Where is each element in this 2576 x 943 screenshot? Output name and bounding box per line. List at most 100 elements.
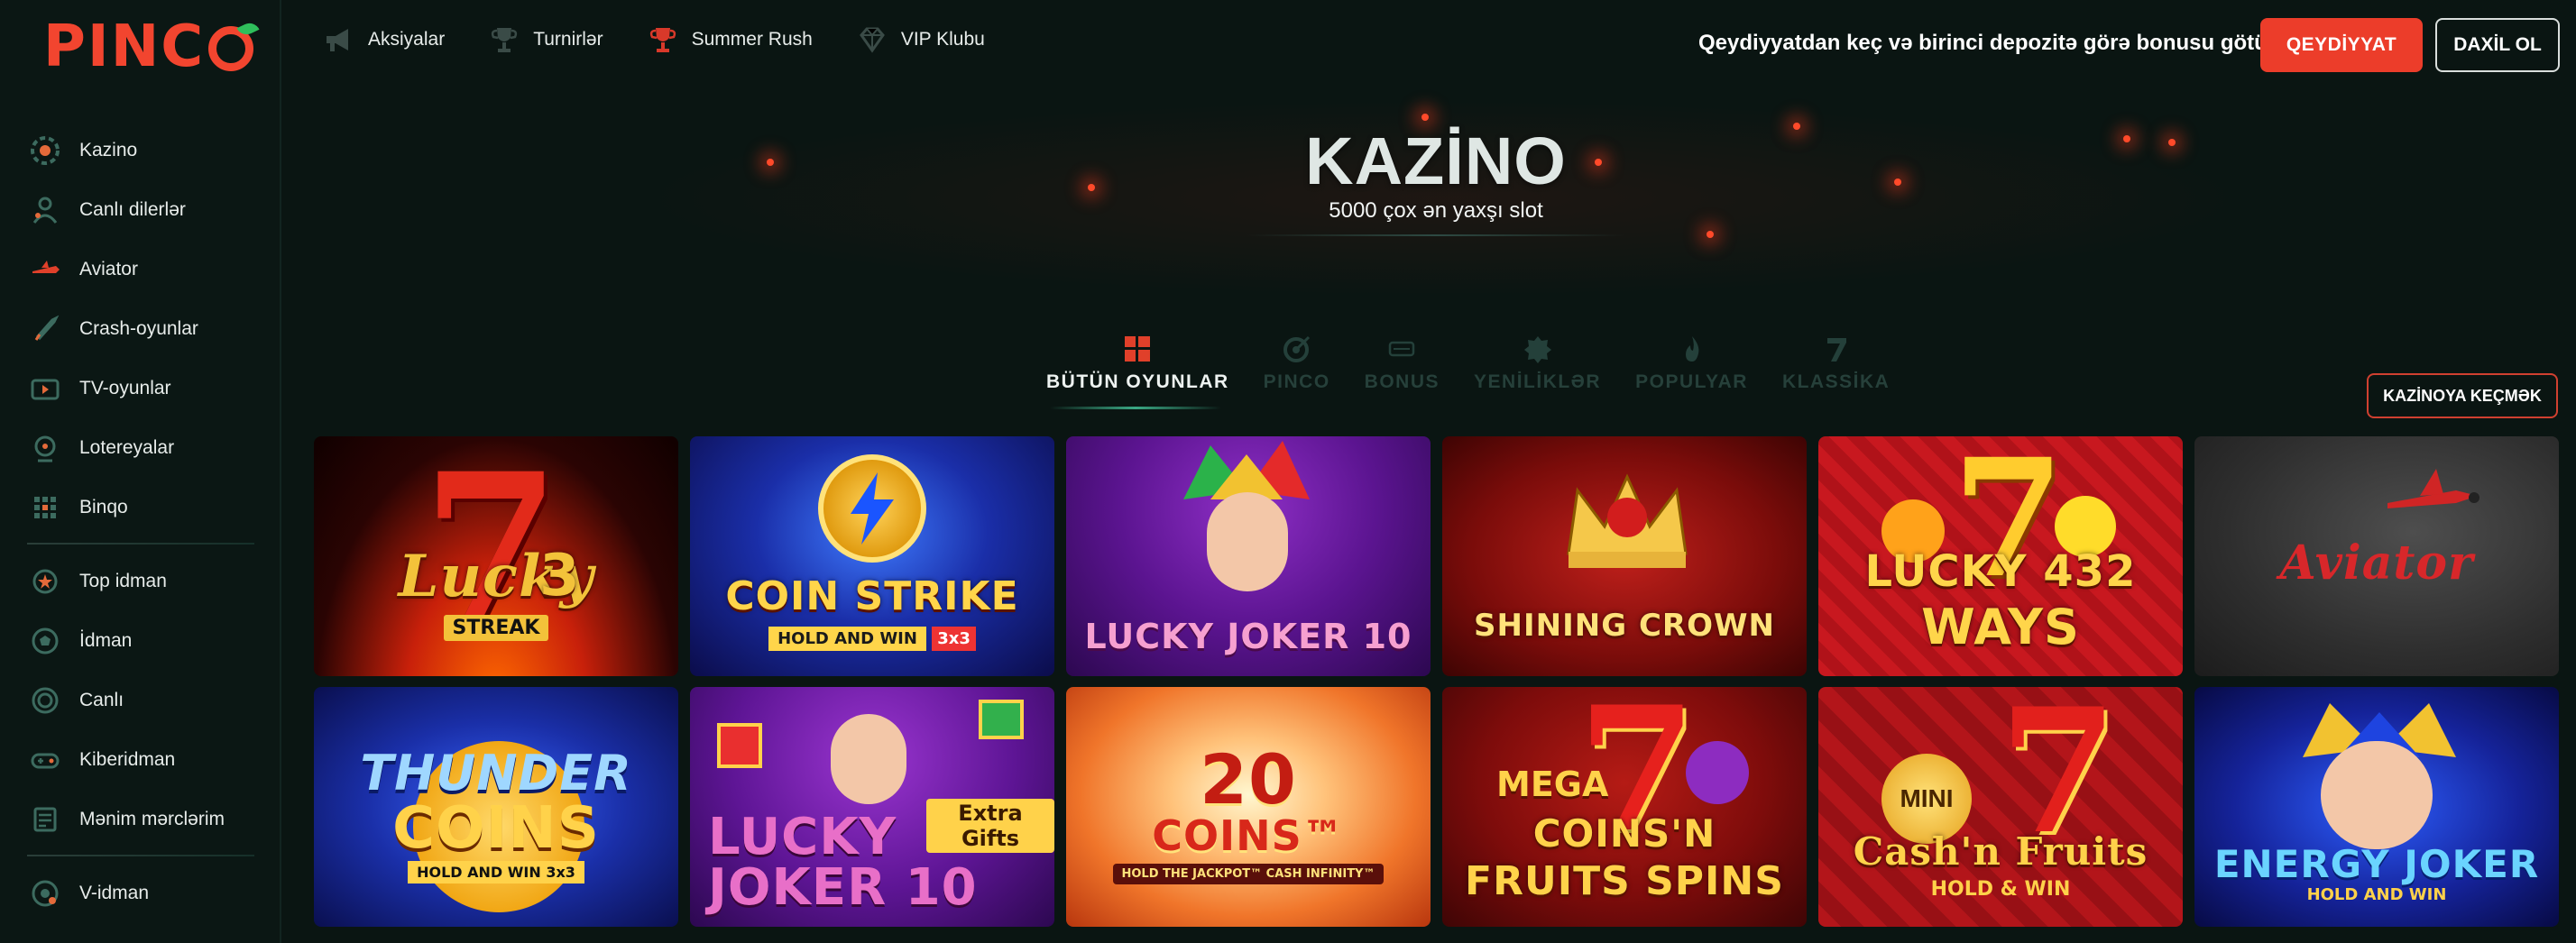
sidebar-item-top-idman[interactable]: Top idman [0,552,281,611]
games-grid: 7 Lucky 3 STREAK COIN STRIKE HOLD AND WI… [314,436,2559,927]
game-title-number: 20 [1200,739,1297,819]
sidebar-divider [27,543,254,545]
sidebar-item-v-idman[interactable]: V-idman [0,864,281,923]
game-subtitle: HOLD AND WIN 3x3 [690,627,1054,651]
new-badge-icon [1523,334,1553,364]
grid-icon [1122,334,1153,364]
game-card-thunder-coins[interactable]: THUNDER COINS HOLD AND WIN 3x3 [314,687,678,927]
tab-yenilikler[interactable]: YENİLİKLƏR [1474,334,1601,393]
login-button[interactable]: DAXİL OL [2435,18,2560,72]
game-card-coin-strike[interactable]: COIN STRIKE HOLD AND WIN 3x3 [690,436,1054,676]
diamond-icon [856,23,888,56]
sport-star-icon [27,563,63,600]
soccer-ball-icon [27,623,63,659]
tab-label: YENİLİKLƏR [1474,371,1602,392]
sidebar-item-label: Mənim mərclərim [79,809,225,829]
tab-klassika[interactable]: KLASSİKA [1782,334,1890,393]
game-card-coins-n-fruits-spins[interactable]: 7 MEGA COINS'N FRUITS SPINS [1442,687,1807,927]
header-nav: Aksiyalar Turnirlər Summer Rush VIP Klub… [323,23,1028,56]
joker-face-icon [1207,492,1288,591]
sidebar-item-canli[interactable]: Canlı [0,671,281,730]
sidebar-item-label: Binqo [79,497,128,517]
category-tabs: BÜTÜN OYUNLAR PINCO BONUS YENİLİKLƏR POP… [1046,334,1924,393]
gamepad-icon [27,742,63,778]
game-card-energy-joker[interactable]: ENERGY JOKER HOLD AND WIN [2194,687,2559,927]
tab-bonus[interactable]: BONUS [1365,334,1440,393]
sidebar-item-label: Top idman [79,571,167,591]
game-title-2: JOKER 10 [708,858,978,917]
tab-pinco[interactable]: PINCO [1264,334,1330,393]
gift-box-icon [979,700,1024,739]
page-subtitle: 5000 çox ən yaxşı slot [1329,198,1543,223]
bets-list-icon [27,801,63,838]
grapes-fruit-icon [1686,741,1749,804]
game-card-lucky-joker-10-extra-gifts[interactable]: LUCKY JOKER 10 Extra Gifts [690,687,1054,927]
trophy-icon [488,23,520,56]
game-subtitle: HOLD AND WIN 3x3 [314,861,678,883]
register-button[interactable]: QEYDİYYAT [2260,18,2423,72]
game-badge: Extra Gifts [926,799,1054,853]
game-card-shining-crown[interactable]: SHINING CROWN [1442,436,1807,676]
game-title: Cash'n Fruits [1853,829,2148,874]
game-title-number: 3 [539,543,581,609]
game-title-2: FRUITS SPINS [1465,858,1784,904]
game-card-20-coins[interactable]: 20 COINS™ HOLD THE JACKPOT™ CASH INFINIT… [1066,687,1431,927]
sidebar-item-label: Crash-oyunlar [79,318,198,339]
active-tab-indicator [1050,407,1221,409]
hero-divider [1247,234,1625,236]
lightning-coin-icon [818,454,926,563]
nav-turnirler[interactable]: Turnirlər [488,23,603,56]
sidebar-item-kiberidman[interactable]: Kiberidman [0,730,281,790]
sidebar-item-binqo[interactable]: Binqo [0,478,281,537]
sidebar-item-crash[interactable]: Crash-oyunlar [0,299,281,359]
game-title: THUNDER [360,745,632,801]
lottery-icon [27,430,63,466]
game-card-lucky-streak-3[interactable]: 7 Lucky 3 STREAK [314,436,678,676]
game-badge: MEGA [1496,764,1609,804]
promo-text: Qeydiyyatdan keç və birinci depozitə gör… [1698,31,2277,55]
game-title: LUCKY JOKER 10 [1084,617,1412,656]
sidebar-item-tv[interactable]: TV-oyunlar [0,359,281,418]
game-title: Lucky [398,543,594,610]
game-title: SHINING CROWN [1474,608,1775,644]
flame-icon [1677,334,1707,364]
game-card-lucky-432-ways[interactable]: 7 LUCKY 432 WAYS [1818,436,2183,676]
sidebar-item-aviator[interactable]: Aviator [0,240,281,299]
game-card-cash-n-fruits[interactable]: 7 MINI Cash'n Fruits HOLD & WIN [1818,687,2183,927]
nav-vip-klubu[interactable]: VIP Klubu [856,23,985,56]
go-to-casino-button[interactable]: KAZİNOYA KEÇMƏK [2367,373,2558,418]
tab-label: BONUS [1364,371,1440,392]
sidebar-item-menim-merclerim[interactable]: Mənim mərclərim [0,790,281,849]
bonus-icon [1386,334,1417,364]
sidebar-item-lotereyalar[interactable]: Lotereyalar [0,418,281,478]
game-card-lucky-joker-10[interactable]: LUCKY JOKER 10 [1066,436,1431,676]
game-subtitle: STREAK [314,615,678,641]
sidebar-item-label: Lotereyalar [79,437,175,458]
spark-decoration [1707,231,1714,238]
plane-icon [2384,463,2483,526]
gift-box-icon [717,723,762,768]
game-title: COINS'N [1532,811,1716,856]
sidebar-item-idman[interactable]: İdman [0,611,281,671]
sidebar-item-label: Aviator [79,259,138,279]
jester-hat-icon [1174,436,1319,499]
tab-populyar[interactable]: POPULYAR [1635,334,1748,393]
tab-label: POPULYAR [1635,371,1748,392]
nav-label: VIP Klubu [900,29,985,50]
nav-aksiyalar[interactable]: Aksiyalar [323,23,445,56]
nav-label: Turnirlər [533,29,603,50]
tab-all-games[interactable]: BÜTÜN OYUNLAR [1046,334,1229,393]
megaphone-icon [323,23,355,56]
pinco-target-icon [1282,334,1312,364]
virtual-sport-icon [27,875,63,911]
tab-label: KLASSİKA [1781,371,1891,392]
game-card-aviator[interactable]: Aviator [2194,436,2559,676]
nav-summer-rush[interactable]: Summer Rush [647,23,813,56]
plane-icon [27,252,63,288]
pinco-logo[interactable]: PINC [43,13,260,81]
sidebar-item-label: Kiberidman [79,749,176,770]
game-title: ENERGY JOKER [2213,842,2540,886]
game-title: COIN STRIKE [725,573,1019,619]
game-badge: MINI [1900,784,1954,812]
spark-decoration [1421,114,1429,121]
